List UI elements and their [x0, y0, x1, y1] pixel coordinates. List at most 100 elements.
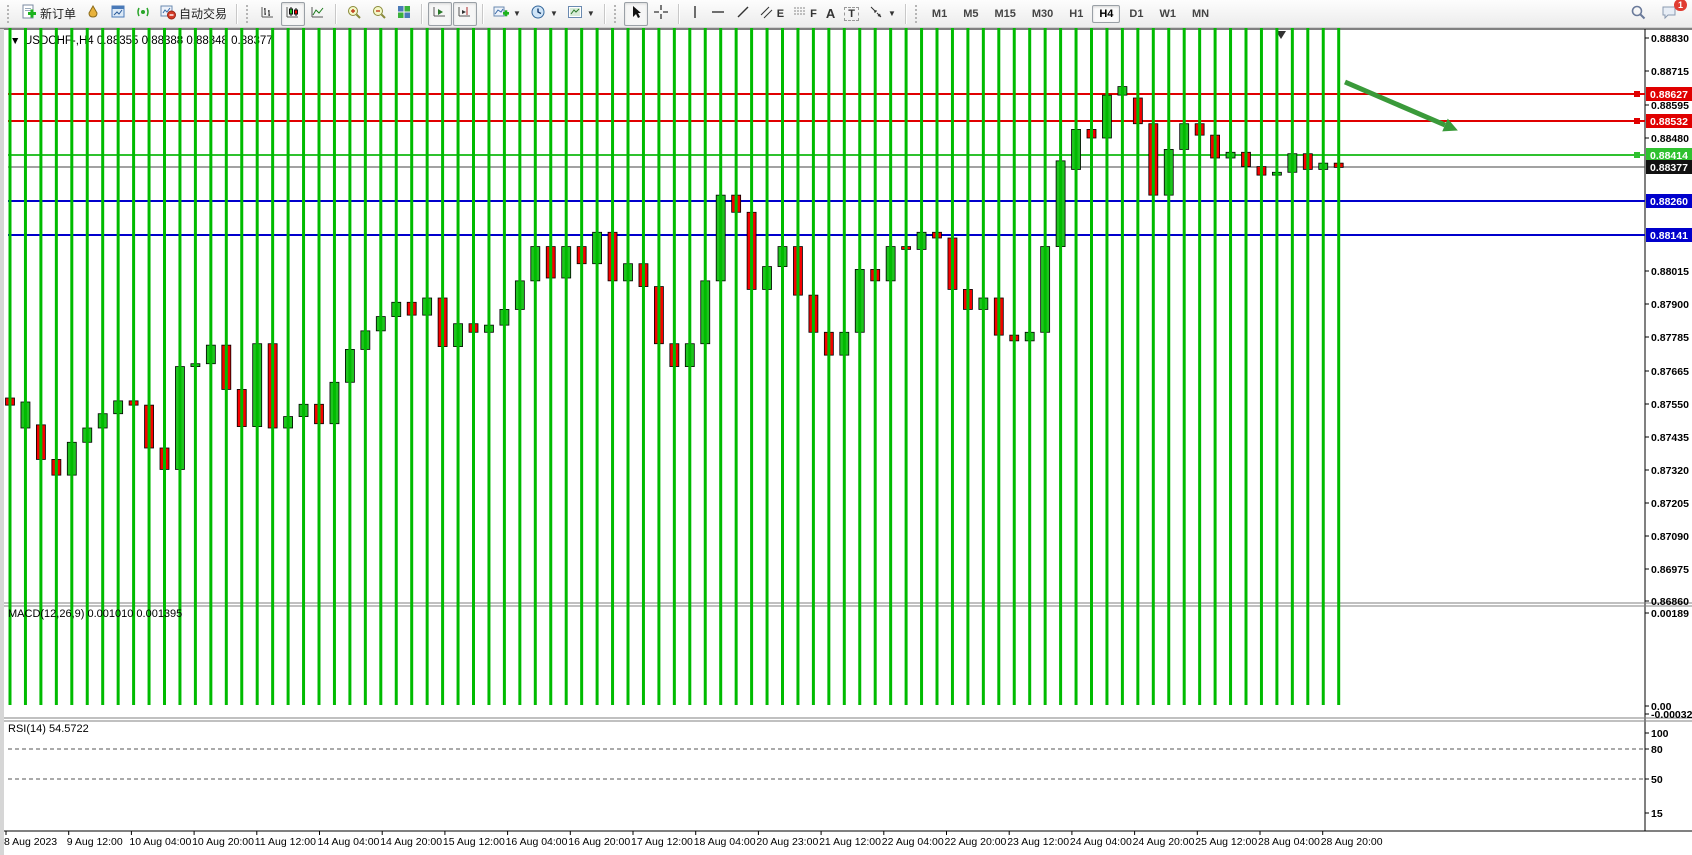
timeframe-d1[interactable]: D1: [1122, 5, 1150, 23]
horizontal-line-button[interactable]: [706, 2, 730, 26]
time-tick-label: 20 Aug 23:00: [756, 836, 818, 848]
toolbar-grip[interactable]: [7, 5, 13, 23]
timeframe-m5[interactable]: M5: [956, 5, 985, 23]
trendline-button[interactable]: [731, 2, 755, 26]
time-tick-label: 8 Aug 2023: [4, 836, 57, 848]
timeframe-w1[interactable]: W1: [1152, 5, 1183, 23]
crosshair-icon: [653, 4, 669, 23]
zoom-out-icon: [371, 4, 387, 23]
mt4-terminal: { "toolbar":{ "new_order_label":"新订单", "…: [0, 0, 1692, 855]
time-tick-label: 16 Aug 20:00: [568, 836, 630, 848]
channel-letter: E: [777, 8, 784, 20]
fibonacci-button[interactable]: F: [789, 2, 821, 26]
price-badge-label: 0.88627: [1650, 89, 1688, 101]
time-tick-label: 23 Aug 12:00: [1007, 836, 1069, 848]
cursor-button[interactable]: [624, 2, 648, 26]
ink-marker-icon: [85, 4, 101, 23]
price-tick-label: 0.88715: [1651, 66, 1689, 78]
chart-shift-button[interactable]: [453, 2, 477, 26]
line-chart-button[interactable]: [306, 2, 330, 26]
fibonacci-letter: F: [810, 8, 817, 20]
time-tick-label: 14 Aug 20:00: [380, 836, 442, 848]
price-tick-label: 0.87090: [1651, 531, 1689, 543]
text-label-button[interactable]: T: [840, 2, 863, 26]
price-badge-label: 0.88141: [1650, 230, 1688, 242]
timeframe-m1[interactable]: M1: [925, 5, 954, 23]
price-badge-label: 0.88260: [1650, 196, 1688, 208]
chart-window-icon: [110, 4, 126, 23]
cursor-icon: [628, 4, 644, 23]
price-badge-label: 0.88532: [1650, 116, 1688, 128]
chart-window-button[interactable]: [106, 2, 130, 26]
zoom-out-button[interactable]: [367, 2, 391, 26]
time-tick-label: 24 Aug 04:00: [1070, 836, 1132, 848]
styler-button[interactable]: [81, 2, 105, 26]
channel-icon: [760, 5, 774, 22]
templates-icon: [567, 4, 583, 23]
price-badge-label: 0.88377: [1650, 162, 1688, 174]
templates-button[interactable]: ▼: [563, 2, 599, 26]
price-tick-label: 0.88480: [1651, 133, 1689, 145]
notifications-button[interactable]: 1: [1657, 2, 1682, 26]
search-icon: [1630, 4, 1647, 24]
new-order-label: 新订单: [40, 5, 76, 22]
horizontal-line-icon: [710, 4, 726, 23]
chart-shift-icon: [457, 4, 473, 23]
window-left-edge: [0, 29, 4, 855]
time-tick-label: 28 Aug 04:00: [1258, 836, 1320, 848]
line-chart-icon: [310, 4, 326, 23]
time-tick-label: 16 Aug 04:00: [506, 836, 568, 848]
chart-area[interactable]: ▼USDCHF-,H4 0.88355 0.88388 0.88348 0.88…: [0, 28, 1692, 855]
crosshair-button[interactable]: [649, 2, 673, 26]
price-tick-label: 0.87550: [1651, 399, 1689, 411]
macd-tick-label: 0.00189: [1651, 608, 1689, 620]
search-button[interactable]: [1626, 2, 1651, 26]
arrows-button[interactable]: ▼: [864, 2, 900, 26]
price-tick-label: 0.87900: [1651, 299, 1689, 311]
time-tick-label: 18 Aug 04:00: [694, 836, 756, 848]
time-tick-label: 15 Aug 12:00: [443, 836, 505, 848]
candlestick-chart-icon: [285, 4, 301, 23]
chart-canvas[interactable]: ▼USDCHF-,H4 0.88355 0.88388 0.88348 0.88…: [0, 28, 1692, 855]
tile-windows-button[interactable]: [392, 2, 416, 26]
rsi-tick-label: 50: [1651, 774, 1663, 786]
equidistant-channel-button[interactable]: E: [756, 2, 788, 26]
timeframe-m15[interactable]: M15: [987, 5, 1022, 23]
periods-button[interactable]: ▼: [526, 2, 562, 26]
time-tick-label: 17 Aug 12:00: [631, 836, 693, 848]
indicators-icon: [493, 4, 509, 23]
price-tick-label: 0.88595: [1651, 100, 1689, 112]
zoom-in-button[interactable]: [342, 2, 366, 26]
text-button[interactable]: A: [822, 2, 839, 26]
line-handle-0[interactable]: [1634, 91, 1640, 97]
bar-chart-button[interactable]: [256, 2, 280, 26]
trendline-icon: [735, 4, 751, 23]
price-tick-label: 0.87785: [1651, 332, 1689, 344]
timeframe-mn[interactable]: MN: [1185, 5, 1216, 23]
line-handle-2[interactable]: [1634, 152, 1640, 158]
auto-scroll-button[interactable]: [428, 2, 452, 26]
tile-windows-icon: [396, 4, 412, 23]
signal-button[interactable]: [131, 2, 155, 26]
price-tick-label: 0.87665: [1651, 366, 1689, 378]
line-handle-1[interactable]: [1634, 118, 1640, 124]
main-toolbar: 新订单 自动交易: [0, 0, 1692, 28]
timeframe-m30[interactable]: M30: [1025, 5, 1060, 23]
timeframe-h1[interactable]: H1: [1062, 5, 1090, 23]
timeframe-group: M1M5M15M30H1H4D1W1MN: [925, 5, 1216, 23]
text-label-icon: T: [844, 7, 859, 21]
autotrading-button[interactable]: 自动交易: [156, 2, 231, 26]
vertical-line-button[interactable]: [685, 2, 705, 26]
templates-caret: ▼: [587, 9, 595, 18]
new-order-button[interactable]: 新订单: [17, 2, 80, 26]
price-tick-label: 0.87205: [1651, 498, 1689, 510]
candlestick-chart-button[interactable]: [281, 2, 305, 26]
autotrading-icon: [160, 4, 176, 23]
timeframe-h4[interactable]: H4: [1092, 5, 1120, 23]
indicators-caret: ▼: [513, 9, 521, 18]
fibonacci-icon: [793, 5, 807, 22]
rsi-label: RSI(14) 54.5722: [8, 723, 89, 735]
notification-badge: 1: [1674, 0, 1687, 11]
indicators-button[interactable]: ▼: [489, 2, 525, 26]
price-tick-label: 0.86975: [1651, 564, 1689, 576]
